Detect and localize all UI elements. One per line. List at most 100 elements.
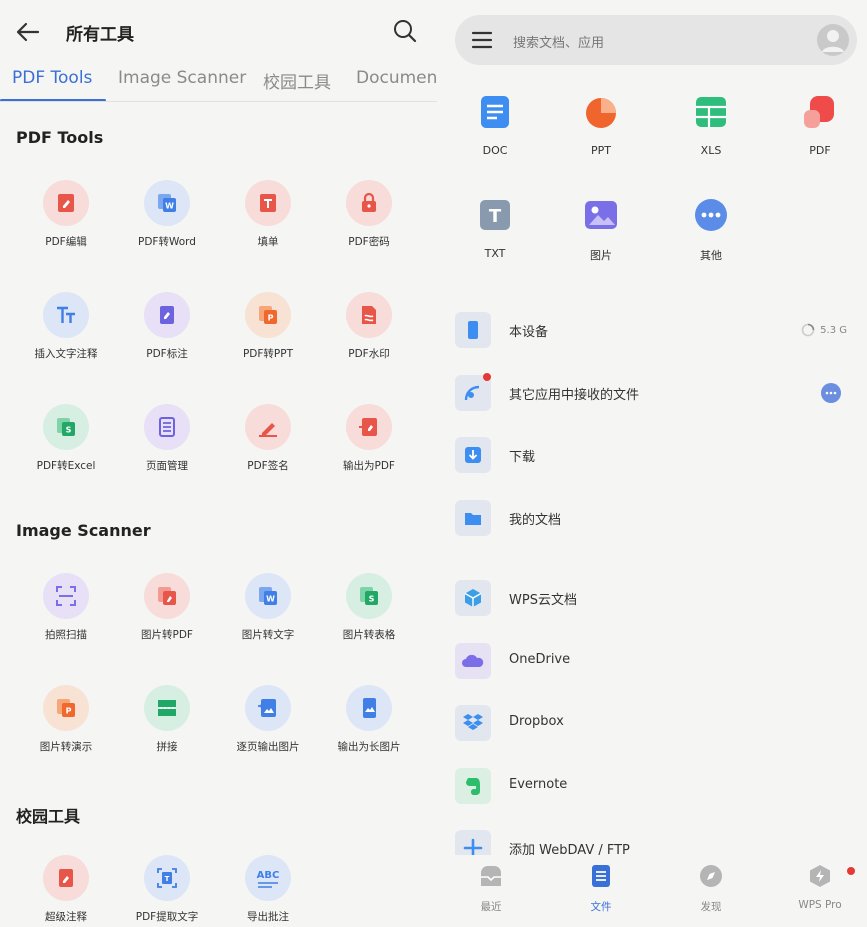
image-to-pdf-icon [144,573,190,619]
tool-pdf-edit[interactable]: PDF编辑 [16,180,116,249]
tool-pdf-sign[interactable]: PDF签名 [218,404,318,473]
wps-cloud-icon [455,580,491,616]
page-manage-icon [144,404,190,450]
txt-icon: T [480,200,510,230]
tool-text-annotation[interactable]: 插入文字注释 [16,292,116,361]
pdf-icon [804,96,834,128]
tool-image-to-text[interactable]: W 图片转文字 [218,573,318,642]
stitch-icon [144,685,190,731]
more-options-icon[interactable] [821,383,841,403]
discover-icon [700,865,722,887]
tool-super-annotation[interactable]: 超级注释 [16,855,116,924]
export-long-image-icon [346,685,392,731]
cloud-wps[interactable]: WPS云文档 [455,576,855,620]
location-my-documents[interactable]: 我的文档 [455,496,855,540]
nav-files[interactable]: 文件 [561,863,641,914]
pdf-to-word-icon: W [144,180,190,226]
notification-dot [483,373,491,381]
all-tools-panel: 所有工具 PDF Tools Image Scanner 校园工具 Docume… [0,0,437,927]
filetype-ppt[interactable]: PPT [561,92,641,157]
cloud-onedrive[interactable]: OneDrive [455,639,855,683]
recent-icon [481,866,501,886]
xls-icon [696,97,726,127]
tool-pdf-password[interactable]: PDF密码 [319,180,419,249]
tool-fill-form[interactable]: 填单 [218,180,318,249]
tool-photo-scan[interactable]: 拍照扫描 [16,573,116,642]
pdf-to-excel-icon: S [43,404,89,450]
menu-icon[interactable] [471,29,493,51]
avatar[interactable] [817,24,849,56]
page-title: 所有工具 [66,25,134,45]
location-download[interactable]: 下载 [455,433,855,477]
pdf-edit-icon [43,180,89,226]
filetype-txt[interactable]: T TXT [455,195,535,260]
bottom-navigation: 最近 文件 发现 WPS Pro [437,855,867,927]
location-received-files[interactable]: 其它应用中接收的文件 [455,371,855,415]
image-icon [585,201,617,229]
tool-image-to-pdf[interactable]: 图片转PDF [117,573,217,642]
dropbox-icon [455,705,491,741]
file-icon [592,865,610,887]
onedrive-icon [455,643,491,679]
storage-ring-icon [801,323,815,337]
svg-text:T: T [489,206,502,227]
tool-stitch[interactable]: 拼接 [117,685,217,754]
search-placeholder: 搜索文档、应用 [513,36,605,51]
filetype-other[interactable]: 其他 [671,195,751,263]
tool-export-pdf[interactable]: 输出为PDF [319,404,419,473]
evernote-icon [455,768,491,804]
photo-scan-icon [43,573,89,619]
tool-pdf-to-ppt[interactable]: P PDF转PPT [218,292,318,361]
svg-text:P: P [268,314,274,323]
tab-pdf-tools[interactable]: PDF Tools [12,68,92,88]
search-icon[interactable] [392,18,418,44]
search-bar[interactable]: 搜索文档、应用 [455,15,857,65]
tool-pdf-markup[interactable]: PDF标注 [117,292,217,361]
svg-text:S: S [369,595,375,604]
tab-image-scanner[interactable]: Image Scanner [118,68,246,88]
svg-text:ABC: ABC [257,870,280,881]
tool-pdf-to-excel[interactable]: S PDF转Excel [16,404,116,473]
nav-recent[interactable]: 最近 [451,863,531,914]
back-arrow-icon[interactable] [14,18,42,46]
tools-top-bar: 所有工具 [0,0,437,62]
cloud-evernote[interactable]: Evernote [455,764,855,808]
filetype-doc[interactable]: DOC [455,92,535,157]
svg-text:W: W [165,202,174,211]
more-icon [695,199,727,231]
pdf-markup-icon [144,292,190,338]
tool-page-manage[interactable]: 页面管理 [117,404,217,473]
cloud-dropbox[interactable]: Dropbox [455,701,855,745]
section-title-image-scanner: Image Scanner [16,521,151,540]
tab-campus-tools[interactable]: 校园工具 [263,68,331,93]
tool-pdf-extract-text[interactable]: T PDF提取文字 [117,855,217,924]
tool-pdf-watermark[interactable]: PDF水印 [319,292,419,361]
wps-pro-icon [810,865,830,887]
pdf-watermark-icon [346,292,392,338]
tool-category-tabs: PDF Tools Image Scanner 校园工具 Document [0,62,437,102]
tool-image-to-sheet[interactable]: S 图片转表格 [319,573,419,642]
phone-icon [455,312,491,348]
download-icon [455,437,491,473]
filetype-pdf[interactable]: PDF [780,92,860,157]
tab-document[interactable]: Document [356,68,437,88]
tool-pdf-to-word[interactable]: W PDF转Word [117,180,217,249]
export-comments-icon: ABC [245,855,291,901]
tool-image-to-slides[interactable]: P 图片转演示 [16,685,116,754]
tool-export-comments[interactable]: ABC 导出批注 [218,855,318,924]
image-to-text-icon: W [245,573,291,619]
location-this-device[interactable]: 本设备 5.3 G [455,308,855,352]
doc-icon [481,96,509,128]
export-pdf-icon [346,404,392,450]
active-tab-indicator [0,99,106,101]
filetype-xls[interactable]: XLS [671,92,751,157]
ppt-icon [586,98,616,128]
storage-usage: 5.3 G [801,323,847,337]
filetype-image[interactable]: 图片 [561,195,641,263]
tool-export-long-image[interactable]: 输出为长图片 [319,685,419,754]
tool-export-pages-image[interactable]: 逐页输出图片 [218,685,318,754]
nav-discover[interactable]: 发现 [671,863,751,914]
super-annotation-icon [43,855,89,901]
svg-text:W: W [266,595,275,604]
pdf-extract-text-icon: T [144,855,190,901]
